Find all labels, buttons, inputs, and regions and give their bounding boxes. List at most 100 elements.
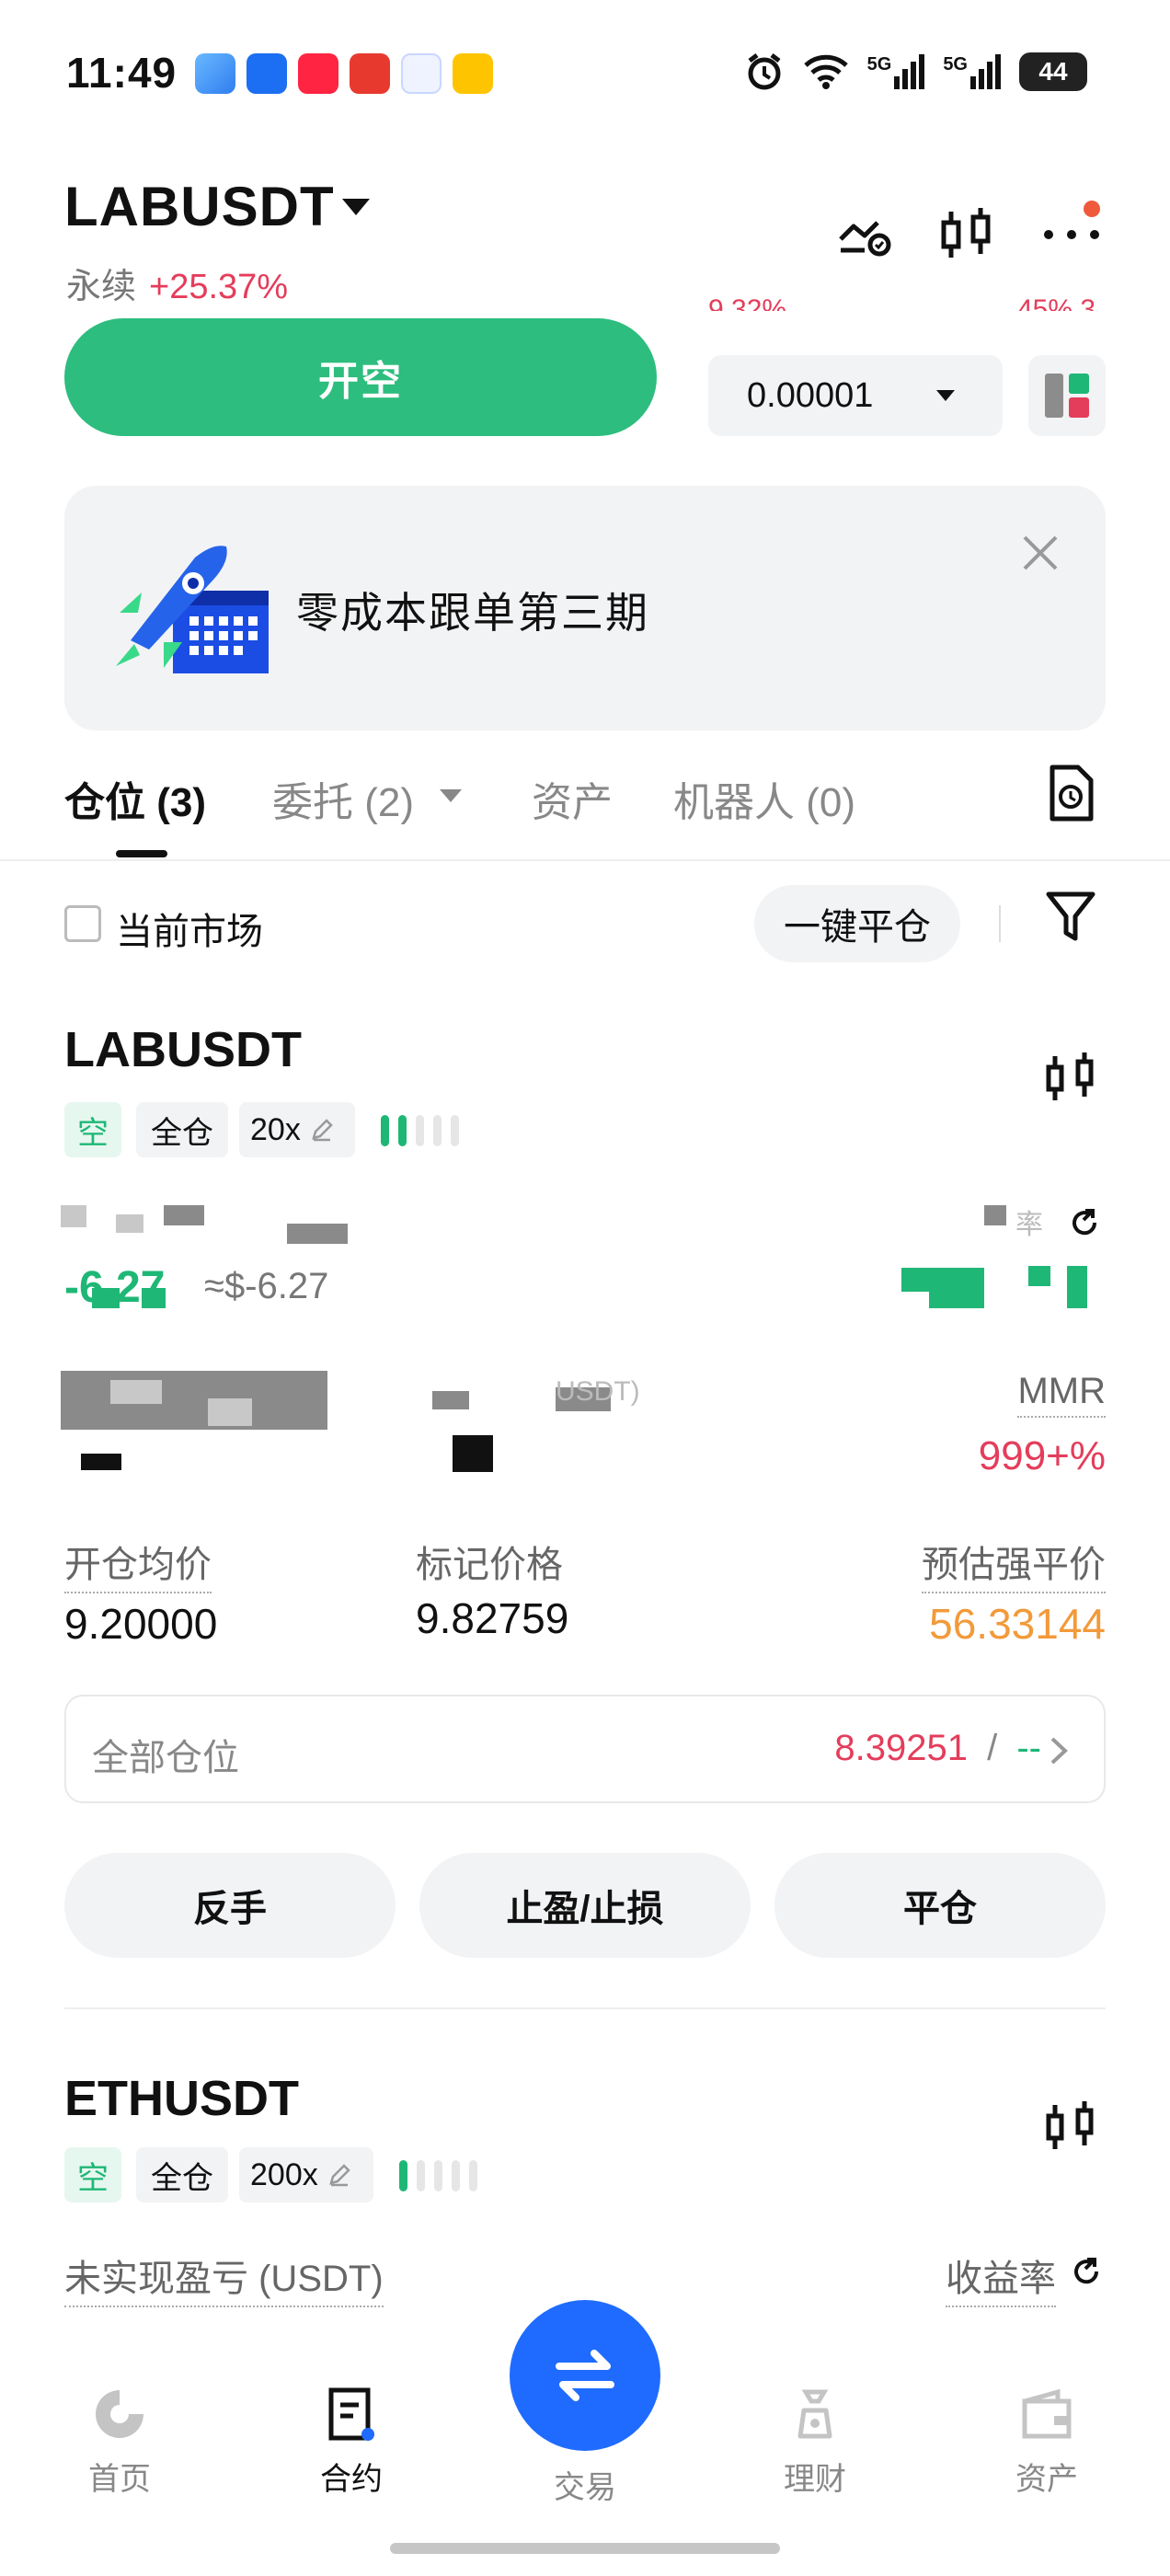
nav-assets-label: 资产 bbox=[1015, 2462, 1078, 2497]
mmr-value: 999+% bbox=[978, 1433, 1106, 1478]
orderbook-layout-icon bbox=[1045, 374, 1089, 418]
signal-icon: 5G bbox=[867, 54, 925, 89]
liq-price-value: 56.33144 bbox=[929, 1600, 1106, 1648]
pair-title[interactable]: LABUSDT bbox=[64, 175, 335, 238]
battery-icon: 44 bbox=[1019, 52, 1087, 91]
mmr-label[interactable]: MMR bbox=[1017, 1371, 1106, 1418]
tp-sl-button[interactable]: 止盈/止损 bbox=[419, 1853, 751, 1958]
tab-positions[interactable]: 仓位 (3) bbox=[64, 769, 206, 828]
side-tag: 空 bbox=[64, 2147, 121, 2202]
reverse-button[interactable]: 反手 bbox=[64, 1853, 396, 1958]
margin-mode-tag: 全仓 bbox=[136, 2147, 228, 2202]
position-symbol[interactable]: LABUSDT bbox=[64, 1021, 302, 1078]
avg-open-price-value: 9.20000 bbox=[64, 1600, 218, 1648]
pnl-unit-partial: USDT) bbox=[556, 1376, 640, 1407]
clipped-orderbook-right: 45% 3 bbox=[1017, 294, 1096, 311]
margin-mode-tag: 全仓 bbox=[136, 1102, 228, 1157]
strategy-chart-icon[interactable] bbox=[833, 202, 898, 267]
close-position-button[interactable]: 平仓 bbox=[774, 1853, 1106, 1958]
current-market-checkbox[interactable] bbox=[64, 905, 101, 942]
card-divider bbox=[64, 2007, 1106, 2009]
tab-assets[interactable]: 资产 bbox=[532, 769, 613, 828]
nav-home[interactable]: 首页 bbox=[28, 2385, 212, 2499]
candlestick-icon[interactable] bbox=[935, 202, 999, 267]
nav-contract[interactable]: 合约 bbox=[259, 2385, 443, 2499]
all-positions-other: -- bbox=[1016, 1728, 1041, 1768]
swap-icon bbox=[556, 2350, 614, 2401]
unrealized-pnl-label[interactable]: 未实现盈亏 (USDT) bbox=[64, 2248, 384, 2307]
bank-app-icon bbox=[247, 53, 287, 94]
precision-value: 0.00001 bbox=[747, 375, 874, 415]
orderbook-layout-button[interactable] bbox=[1028, 355, 1106, 436]
risk-level-bars bbox=[381, 1115, 459, 1146]
alarm-icon bbox=[748, 53, 781, 90]
redacted-block bbox=[287, 1224, 348, 1244]
leverage-value: 200x bbox=[250, 2156, 318, 2192]
tabs-divider bbox=[0, 859, 1170, 861]
pair-dropdown-icon[interactable] bbox=[342, 199, 370, 215]
mark-price-label: 标记价格 bbox=[416, 1545, 563, 1585]
banner-title: 零成本跟单第三期 bbox=[296, 589, 649, 637]
orders-dropdown-icon[interactable] bbox=[440, 789, 462, 802]
home-indicator[interactable] bbox=[390, 2543, 780, 2554]
nav-assets[interactable]: 资产 bbox=[955, 2385, 1139, 2499]
candlestick-icon[interactable] bbox=[1043, 1049, 1098, 1110]
redacted-block bbox=[61, 1371, 327, 1430]
yield-label-partial: 率 bbox=[1015, 1210, 1043, 1240]
redacted-block bbox=[92, 1288, 120, 1308]
history-icon[interactable] bbox=[1043, 764, 1098, 822]
status-indicators: 5G 5G 44 bbox=[744, 52, 1087, 92]
all-positions-separator: / bbox=[987, 1728, 998, 1768]
active-tab-indicator bbox=[116, 850, 167, 857]
all-positions-value: 8.39251 bbox=[834, 1728, 968, 1768]
close-all-button[interactable]: 一键平仓 bbox=[754, 885, 960, 962]
redacted-block bbox=[164, 1205, 204, 1225]
home-icon bbox=[96, 2390, 143, 2438]
close-icon[interactable] bbox=[1019, 532, 1061, 574]
nav-trade-label: 交易 bbox=[554, 2470, 616, 2505]
share-icon[interactable] bbox=[1069, 2254, 1104, 2289]
candlestick-icon[interactable] bbox=[1043, 2098, 1098, 2158]
chevron-right-icon bbox=[1050, 1737, 1068, 1765]
contract-type: 永续 bbox=[66, 268, 137, 306]
leverage-value: 20x bbox=[250, 1111, 301, 1147]
tab-bots[interactable]: 机器人 (0) bbox=[673, 769, 855, 828]
share-icon[interactable] bbox=[1067, 1205, 1102, 1240]
redacted-block bbox=[929, 1288, 984, 1308]
risk-level-bars bbox=[399, 2160, 477, 2191]
precision-select[interactable]: 0.00001 bbox=[708, 355, 1003, 436]
all-positions-values: 8.39251 / -- bbox=[834, 1728, 1041, 1769]
rocket-calendar-icon bbox=[116, 546, 269, 673]
contract-icon bbox=[328, 2387, 374, 2441]
gallery-app-icon bbox=[195, 53, 235, 94]
filter-icon[interactable] bbox=[1043, 887, 1098, 946]
finance-icon bbox=[797, 2389, 832, 2439]
status-time: 11:49 bbox=[66, 49, 178, 97]
redacted-block bbox=[142, 1288, 166, 1308]
side-tag: 空 bbox=[64, 1102, 121, 1157]
redacted-block bbox=[1028, 1266, 1050, 1286]
open-short-button[interactable]: 开空 bbox=[64, 318, 657, 436]
wallet-icon bbox=[1022, 2388, 1072, 2439]
nav-finance[interactable]: 理财 bbox=[723, 2385, 907, 2499]
nav-finance-label: 理财 bbox=[784, 2462, 846, 2497]
nav-contract-label: 合约 bbox=[320, 2462, 383, 2497]
redacted-block bbox=[208, 1398, 252, 1426]
yield-label[interactable]: 收益率 bbox=[946, 2248, 1056, 2307]
leverage-tag[interactable]: 20x bbox=[239, 1102, 355, 1157]
cloud-app-icon bbox=[401, 53, 442, 94]
liq-price-label[interactable]: 预估强平价 bbox=[922, 1535, 1106, 1593]
position-symbol[interactable]: ETHUSDT bbox=[64, 2070, 299, 2127]
chevron-down-icon bbox=[936, 390, 955, 401]
price-change: +25.37% bbox=[149, 268, 289, 306]
nav-trade-button[interactable] bbox=[510, 2300, 660, 2451]
current-market-label: 当前市场 bbox=[116, 912, 263, 952]
leverage-tag[interactable]: 200x bbox=[239, 2147, 373, 2202]
avg-open-price-label[interactable]: 开仓均价 bbox=[64, 1535, 212, 1593]
promo-app-icon bbox=[350, 53, 390, 94]
redacted-block bbox=[432, 1391, 469, 1409]
unrealized-pnl-usd: ≈$-6.27 bbox=[204, 1266, 329, 1306]
redacted-block bbox=[81, 1454, 121, 1470]
tab-orders[interactable]: 委托 (2) bbox=[272, 769, 414, 828]
redacted-block bbox=[1067, 1266, 1087, 1308]
